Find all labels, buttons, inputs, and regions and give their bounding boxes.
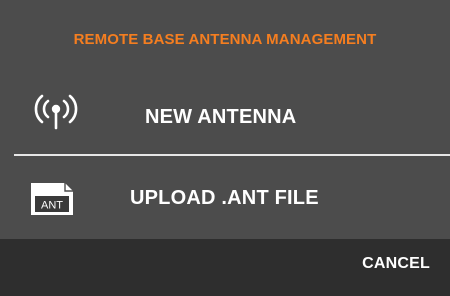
antenna-management-dialog: REMOTE BASE ANTENNA MANAGEMENT NEW ANTEN… xyxy=(0,0,450,296)
ant-file-icon-text: ANT xyxy=(41,200,63,212)
upload-ant-file-option[interactable]: ANT UPLOAD .ANT FILE xyxy=(0,157,450,239)
dialog-title: REMOTE BASE ANTENNA MANAGEMENT xyxy=(73,30,377,48)
dialog-footer: CANCEL xyxy=(0,239,450,296)
upload-ant-file-label: UPLOAD .ANT FILE xyxy=(130,187,319,209)
option-divider xyxy=(14,154,450,156)
antenna-signal-icon xyxy=(34,94,78,130)
new-antenna-option[interactable]: NEW ANTENNA xyxy=(0,84,450,154)
cancel-button[interactable]: CANCEL xyxy=(362,255,430,273)
ant-file-icon: ANT xyxy=(31,183,73,215)
new-antenna-label: NEW ANTENNA xyxy=(145,106,297,128)
